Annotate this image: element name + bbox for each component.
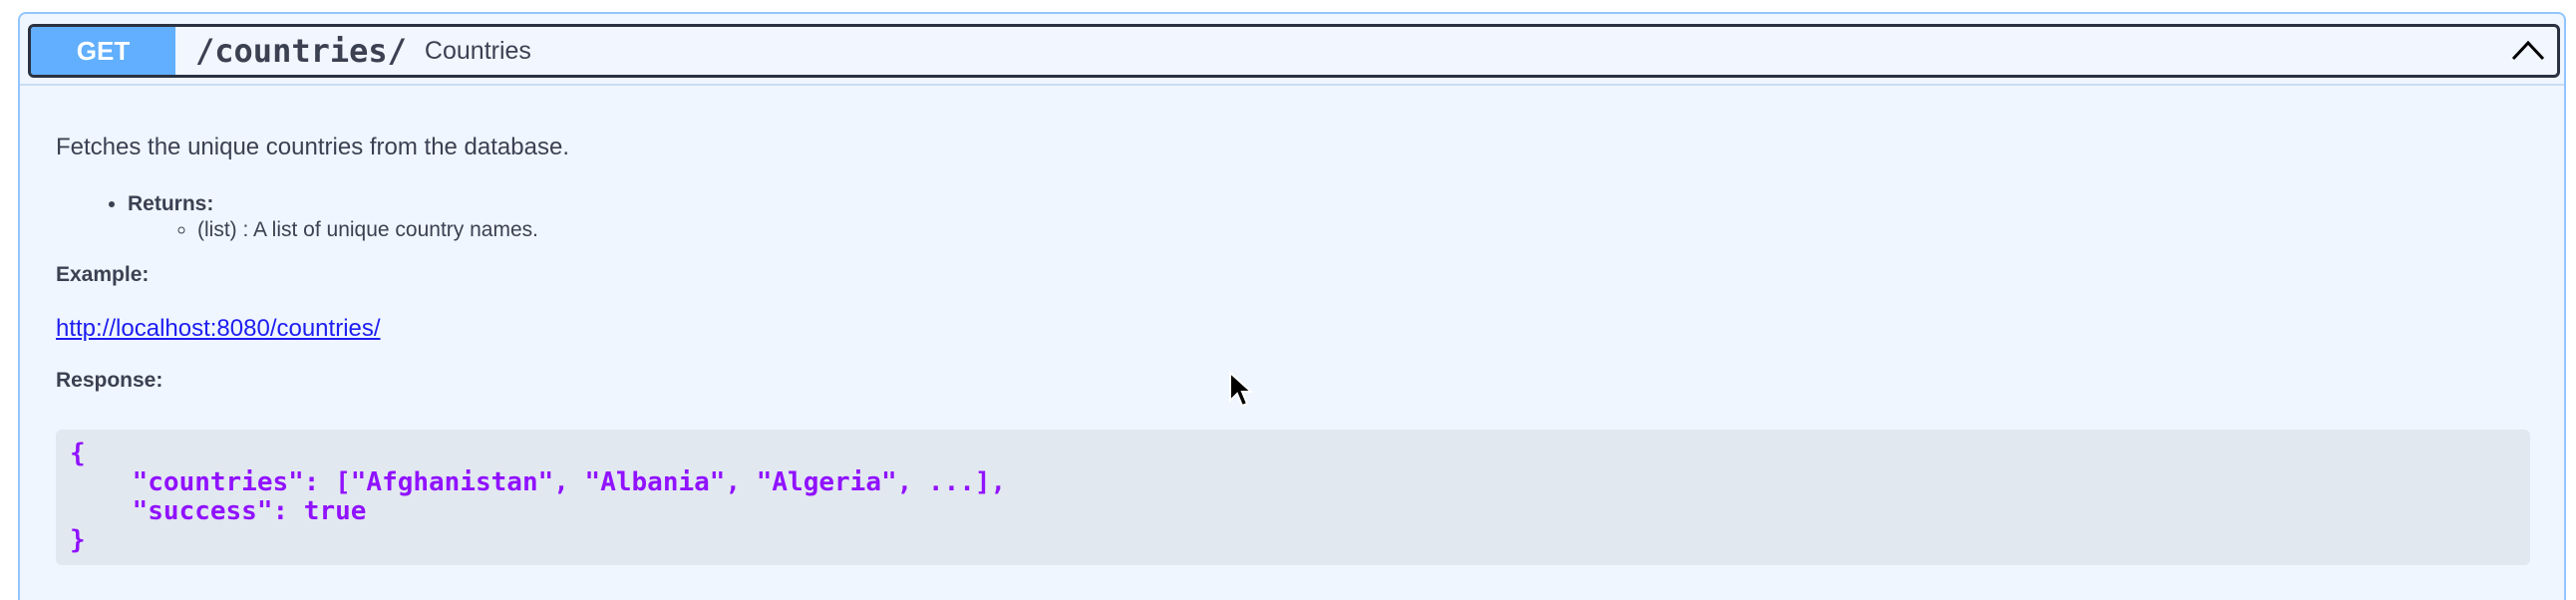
chevron-up-icon[interactable] <box>2509 35 2547 67</box>
endpoint-path: /countries/ <box>195 32 407 70</box>
returns-subitem: (list) : A list of unique country names. <box>197 217 2528 243</box>
http-method-badge: GET <box>31 27 175 75</box>
description-lead: Fetches the unique countries from the da… <box>56 134 569 160</box>
returns-item: Returns: (list) : A list of unique count… <box>128 191 2528 243</box>
operation-summary[interactable]: GET /countries/ Countries <box>28 24 2560 78</box>
mouse-cursor-icon <box>1229 371 1254 408</box>
returns-list: Returns: (list) : A list of unique count… <box>56 191 2528 243</box>
example-label: Example: <box>56 263 150 286</box>
example-link[interactable]: http://localhost:8080/countries/ <box>56 315 381 342</box>
returns-sublist: (list) : A list of unique country names. <box>128 217 2528 243</box>
response-code-block: { "countries": ["Afghanistan", "Albania"… <box>56 430 2530 565</box>
operation-description: Fetches the unique countries from the da… <box>56 134 2530 565</box>
summary-divider <box>20 84 2564 86</box>
operation-summary-text: Countries <box>424 36 531 65</box>
returns-label: Returns: <box>128 192 214 215</box>
operation-block-get-countries: GET /countries/ Countries Fetches the un… <box>18 12 2566 600</box>
response-label: Response: <box>56 369 163 392</box>
